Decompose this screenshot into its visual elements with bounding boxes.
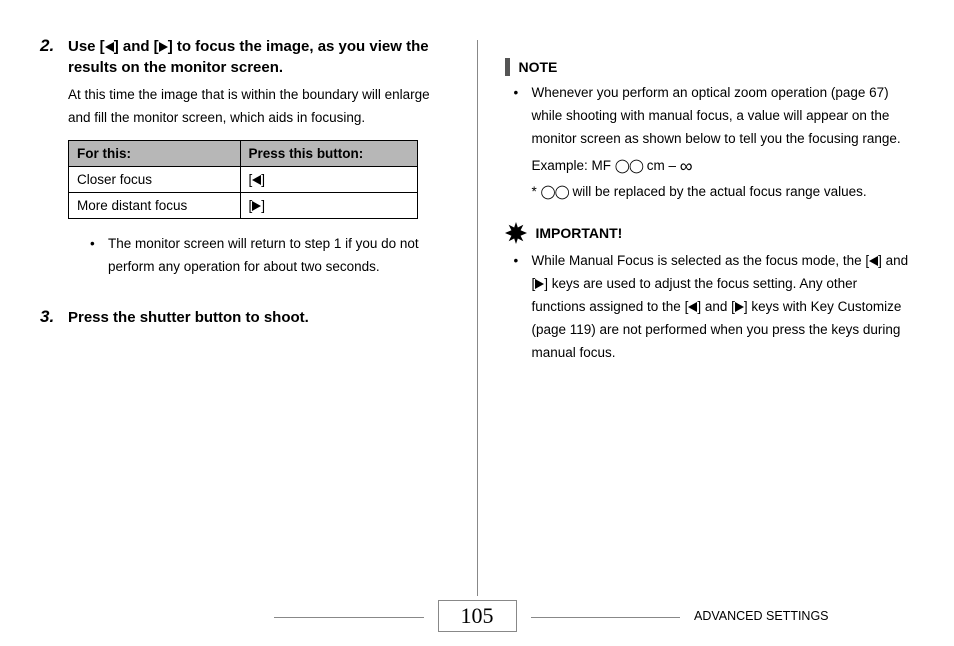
triangle-left-icon xyxy=(688,302,697,312)
step-2-content: Use [] and [] to focus the image, as you… xyxy=(68,36,449,287)
step-3-title: Press the shutter button to shoot. xyxy=(68,307,309,328)
triangle-left-icon xyxy=(252,175,261,185)
two-column-layout: 2. Use [] and [] to focus the image, as … xyxy=(40,36,914,596)
step-2-note-bullet: • The monitor screen will return to step… xyxy=(90,233,449,279)
cell-closer-focus: Closer focus xyxy=(69,166,241,192)
triangle-right-icon xyxy=(159,42,168,52)
table-header-press: Press this button: xyxy=(240,140,418,166)
table-row: Closer focus [] xyxy=(69,166,418,192)
circle-pair-icon: ◯◯ xyxy=(540,181,568,204)
triangle-left-icon xyxy=(105,42,114,52)
note-label: NOTE xyxy=(518,59,557,75)
note-bar-icon xyxy=(505,58,510,76)
cell-distant-focus: More distant focus xyxy=(69,192,241,218)
right-column: NOTE • Whenever you perform an optical z… xyxy=(505,36,914,596)
step-3: 3. Press the shutter button to shoot. xyxy=(40,307,449,328)
step-2-title: Use [] and [] to focus the image, as you… xyxy=(68,36,449,78)
note-bullet: • Whenever you perform an optical zoom o… xyxy=(513,82,914,204)
important-bullet: • While Manual Focus is selected as the … xyxy=(513,250,914,365)
important-bullet-body: While Manual Focus is selected as the fo… xyxy=(531,250,914,365)
step-3-number: 3. xyxy=(40,307,58,328)
cell-left-button: [] xyxy=(240,166,418,192)
footer-rule-right xyxy=(531,617,681,618)
step-2: 2. Use [] and [] to focus the image, as … xyxy=(40,36,449,287)
footer-line: 105 ADVANCED SETTINGS xyxy=(40,600,914,632)
circle-pair-icon: ◯◯ xyxy=(615,155,643,178)
triangle-right-icon xyxy=(252,201,261,211)
cell-right-button: [] xyxy=(240,192,418,218)
step-2-note-text: The monitor screen will return to step 1… xyxy=(108,233,449,279)
note-example-line: Example: MF ◯◯ cm – ∞ xyxy=(531,158,692,173)
triangle-right-icon xyxy=(535,279,544,289)
left-column: 2. Use [] and [] to focus the image, as … xyxy=(40,36,449,596)
triangle-right-icon xyxy=(735,302,744,312)
note-heading: NOTE xyxy=(505,58,914,76)
note-bullet-body: Whenever you perform an optical zoom ope… xyxy=(531,82,914,204)
page-number: 105 xyxy=(438,600,517,632)
footer-rule-left xyxy=(274,617,424,618)
step-2-body: At this time the image that is within th… xyxy=(68,84,449,130)
triangle-left-icon xyxy=(869,256,878,266)
column-divider xyxy=(477,40,478,596)
page-footer: 105 ADVANCED SETTINGS xyxy=(40,600,914,632)
bullet-dot-icon: • xyxy=(90,233,100,279)
step-2-number: 2. xyxy=(40,36,58,287)
footer-section-title: ADVANCED SETTINGS xyxy=(694,609,914,623)
bullet-dot-icon: • xyxy=(513,82,523,204)
starburst-icon xyxy=(505,222,527,244)
table-header-for-this: For this: xyxy=(69,140,241,166)
infinity-icon: ∞ xyxy=(680,156,693,176)
table-row: More distant focus [] xyxy=(69,192,418,218)
manual-page: 2. Use [] and [] to focus the image, as … xyxy=(0,0,954,646)
note-star-line: * ◯◯ will be replaced by the actual focu… xyxy=(531,184,866,199)
important-heading: IMPORTANT! xyxy=(505,222,914,244)
bullet-dot-icon: • xyxy=(513,250,523,365)
focus-button-table: For this: Press this button: Closer focu… xyxy=(68,140,418,219)
important-label: IMPORTANT! xyxy=(535,225,622,241)
